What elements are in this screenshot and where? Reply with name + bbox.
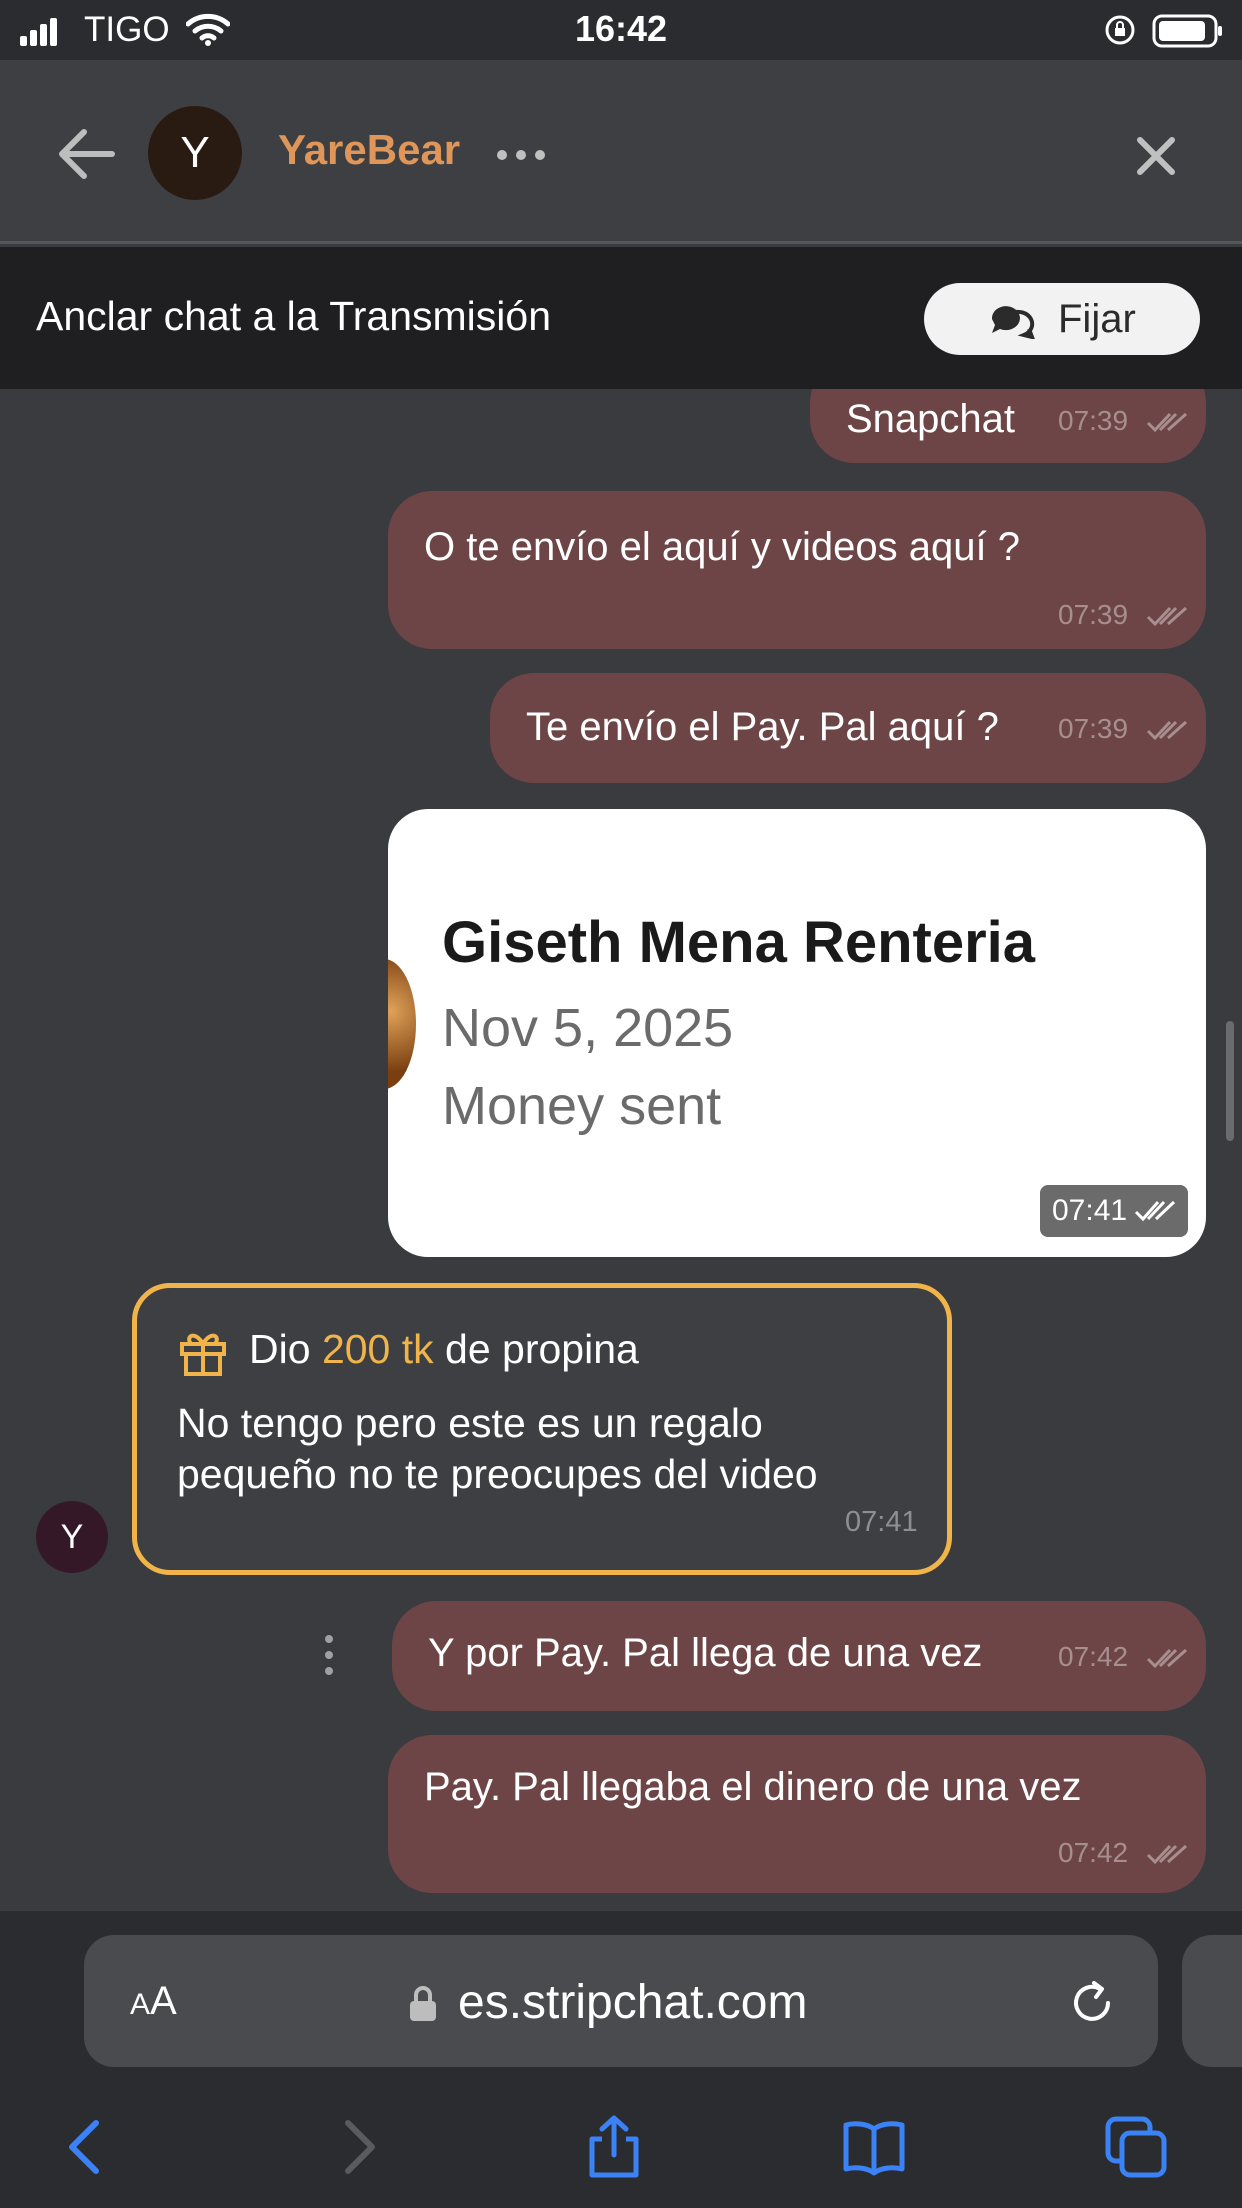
read-ticks-icon: [1146, 1844, 1187, 1865]
message-text: Te envío el Pay. Pal aquí ?: [526, 705, 999, 749]
message-bubble[interactable]: Snapchat 07:39: [810, 389, 1206, 463]
payment-date: Nov 5, 2025: [442, 998, 734, 1058]
read-ticks-icon: [1146, 606, 1187, 627]
profile-photo-thumbnail: [388, 959, 416, 1089]
read-ticks-icon: [1146, 1648, 1187, 1669]
tip-message[interactable]: Dio 200 tk de propina No tengo pero este…: [132, 1283, 952, 1575]
address-bar[interactable]: AA es.stripchat.com: [84, 1935, 1158, 2067]
message-text: Y por Pay. Pal llega de una vez: [428, 1631, 983, 1675]
tabs-icon[interactable]: [1104, 2115, 1168, 2179]
battery-icon: [1152, 14, 1222, 48]
back-icon[interactable]: [56, 2115, 120, 2179]
message-bubble[interactable]: Pay. Pal llegaba el dinero de una vez 07…: [388, 1735, 1206, 1893]
chat-header: Y YareBear: [0, 60, 1242, 244]
message-time: 07:41: [845, 1506, 918, 1538]
message-time: 07:39: [1058, 599, 1129, 630]
back-arrow-icon[interactable]: [56, 128, 116, 180]
message-time: 07:39: [1058, 713, 1129, 744]
avatar[interactable]: Y: [148, 106, 242, 200]
status-time: 16:42: [574, 8, 668, 49]
message-text: Snapchat: [846, 397, 1016, 441]
text-size-button[interactable]: AA: [130, 1979, 177, 2024]
tip-suffix: de propina: [445, 1326, 639, 1372]
status-bar: TIGO 16:42: [0, 0, 1242, 60]
scrollbar[interactable]: [1226, 1021, 1234, 1141]
pin-chat-label: Anclar chat a la Transmisión: [36, 293, 552, 339]
lock-icon: [410, 1986, 436, 2021]
message-time: 07:39: [1058, 405, 1129, 436]
more-options-icon[interactable]: [496, 148, 546, 162]
pin-button-label: Fijar: [1058, 297, 1136, 341]
tip-summary: Dio 200 tk de propina: [249, 1326, 639, 1373]
image-message[interactable]: Giseth Mena Renteria Nov 5, 2025 Money s…: [388, 809, 1206, 1257]
payment-recipient-name: Giseth Mena Renteria: [442, 910, 1036, 975]
pin-button[interactable]: Fijar: [924, 283, 1200, 355]
browser-chrome: AA es.stripchat.com: [0, 1911, 1242, 2208]
message-time: 07:42: [1058, 1837, 1129, 1868]
gift-icon: [180, 1333, 226, 1376]
pin-chat-bar: Anclar chat a la Transmisión Fijar: [0, 247, 1242, 389]
read-ticks-icon: [1146, 720, 1187, 741]
rotation-lock-icon: [1105, 15, 1135, 45]
message-bubble[interactable]: Te envío el Pay. Pal aquí ? 07:39: [490, 673, 1206, 783]
sender-avatar[interactable]: Y: [36, 1501, 108, 1573]
message-time: 07:41: [1052, 1194, 1128, 1227]
message-bubble[interactable]: O te envío el aquí y videos aquí ? 07:39: [388, 491, 1206, 649]
next-tab-preview[interactable]: [1182, 1935, 1242, 2067]
share-icon[interactable]: [582, 2115, 646, 2179]
url-text: es.stripchat.com: [458, 1976, 808, 2029]
forward-icon[interactable]: [324, 2115, 388, 2179]
message-text: O te envío el aquí y videos aquí ?: [424, 525, 1020, 569]
chat-username[interactable]: YareBear: [278, 126, 460, 174]
tip-prefix: Dio: [249, 1326, 311, 1372]
read-ticks-icon: [1146, 412, 1187, 433]
message-options-icon[interactable]: [322, 1633, 336, 1677]
message-bubble[interactable]: Y por Pay. Pal llega de una vez 07:42: [392, 1601, 1206, 1711]
read-ticks-icon: [1134, 1200, 1176, 1222]
image-timestamp: 07:41: [1040, 1185, 1188, 1237]
payment-status: Money sent: [442, 1076, 722, 1136]
tip-message-text: No tengo pero este es un regalo pequeño …: [177, 1400, 818, 1497]
message-time: 07:42: [1058, 1641, 1129, 1672]
message-text: Pay. Pal llegaba el dinero de una vez: [424, 1765, 1082, 1809]
browser-toolbar: [0, 2101, 1242, 2201]
chat-bubbles-icon: [991, 306, 1035, 339]
close-icon[interactable]: [1136, 136, 1176, 176]
message-list[interactable]: Snapchat 07:39 O te envío el aquí y vide…: [0, 389, 1242, 1911]
reload-icon[interactable]: [1068, 1979, 1116, 2027]
tip-amount: 200 tk: [321, 1326, 434, 1372]
bookmarks-icon[interactable]: [842, 2115, 906, 2179]
